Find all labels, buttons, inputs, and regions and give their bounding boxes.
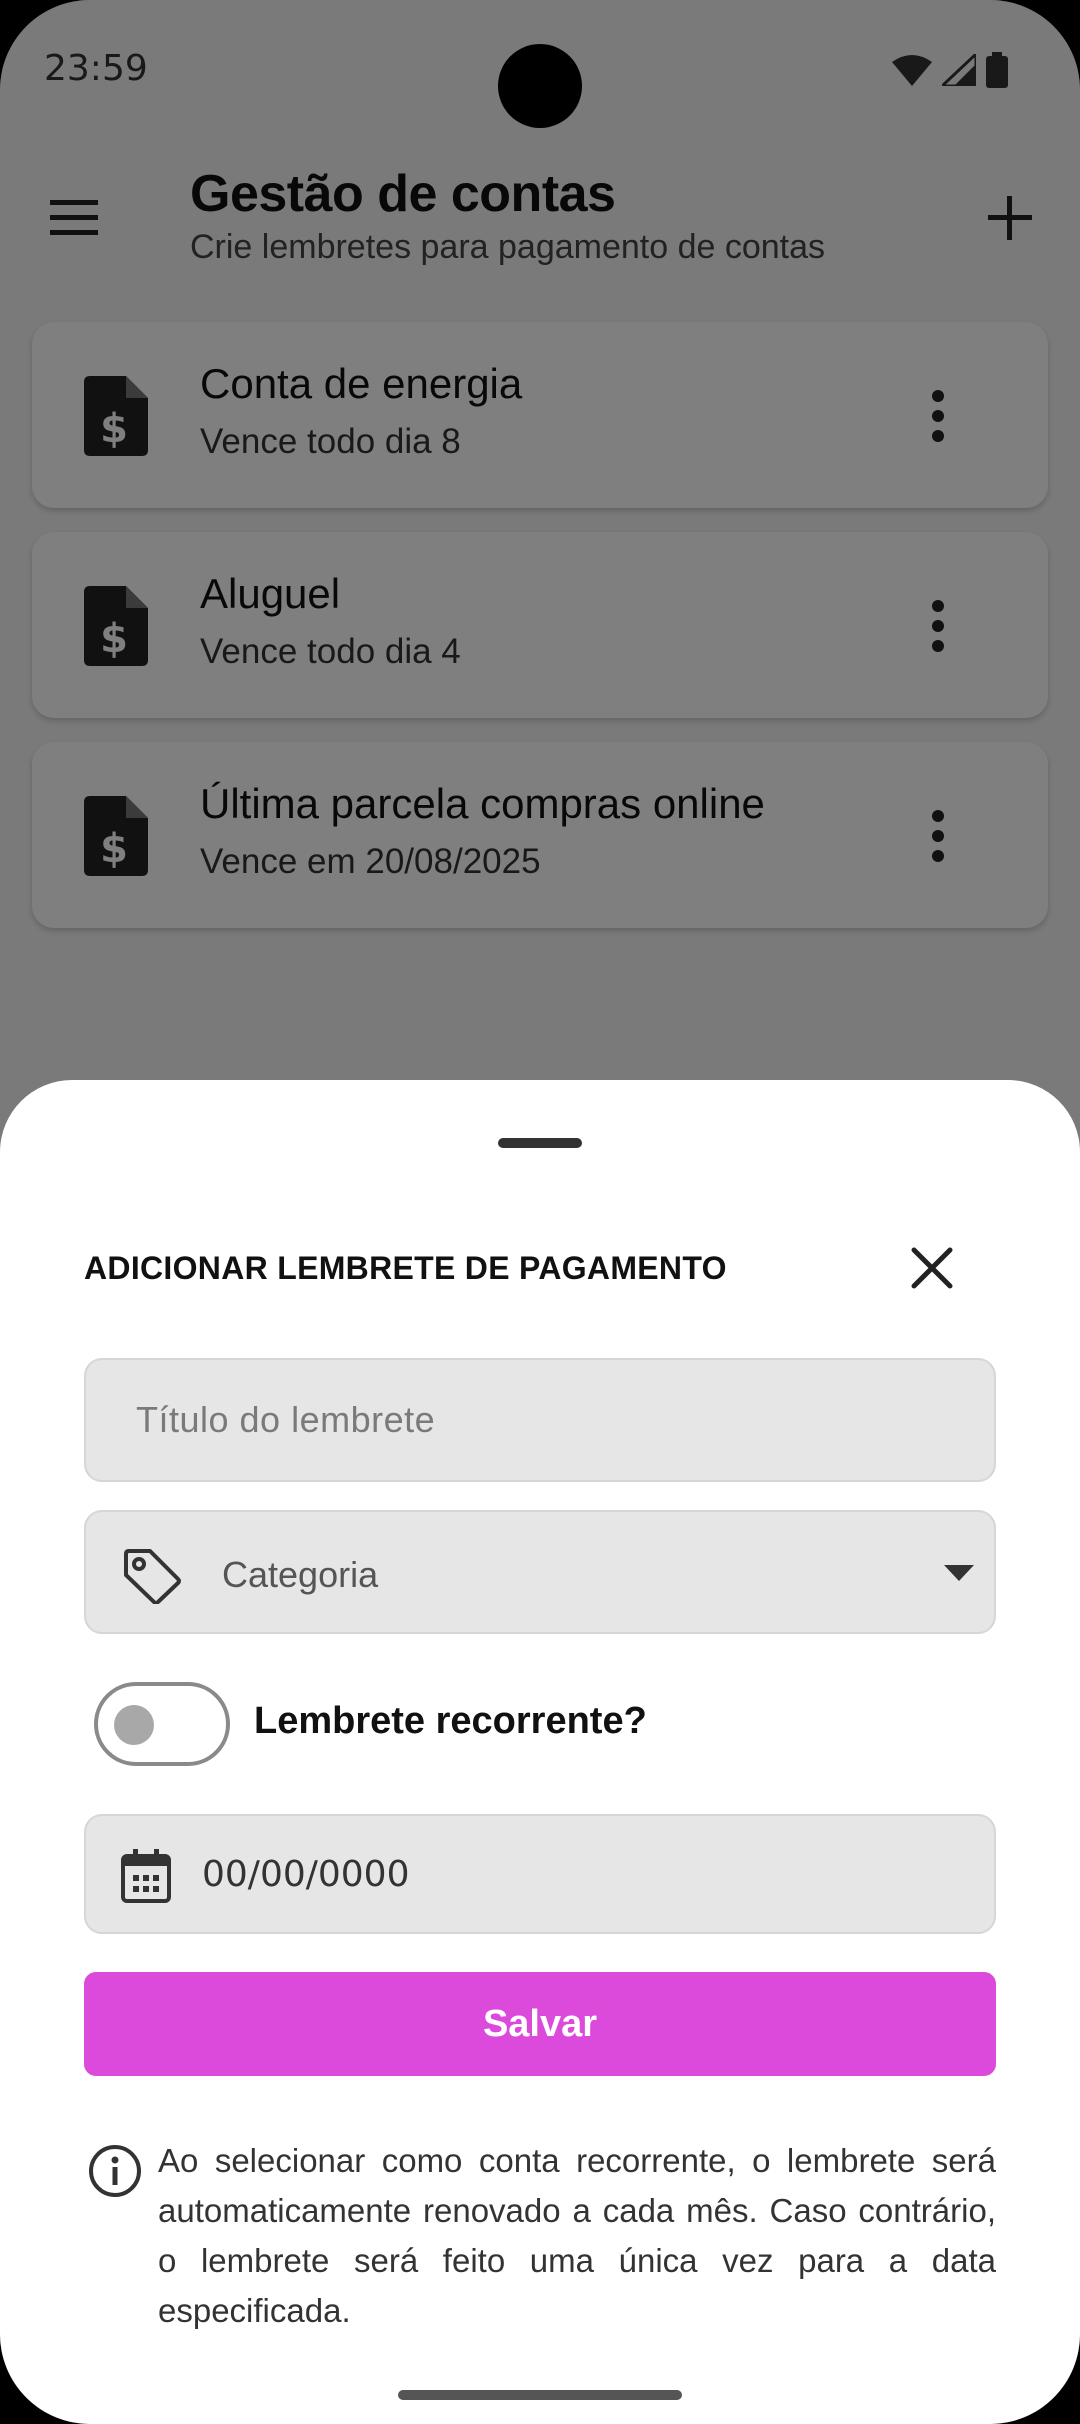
date-value: 00/00/0000 (202, 1854, 410, 1895)
toggle-knob (114, 1705, 154, 1745)
category-select[interactable]: Categoria (84, 1510, 996, 1634)
recurring-label: Lembrete recorrente? (254, 1700, 647, 1742)
recurring-row: Lembrete recorrente? (94, 1682, 994, 1766)
phone-screen: 23:59 Gestão de contas Crie lembretes pa… (0, 0, 1080, 2424)
info-icon (89, 2145, 141, 2197)
category-label: Categoria (222, 1554, 379, 1595)
info-text: Ao selecionar como conta recorrente, o l… (158, 2142, 996, 2329)
calendar-icon (121, 1849, 171, 1903)
tag-icon (124, 1549, 181, 1604)
caret-down-icon (944, 1565, 974, 1581)
home-indicator[interactable] (398, 2390, 682, 2400)
recurring-toggle[interactable] (94, 1682, 230, 1766)
date-field[interactable]: 00/00/0000 (84, 1814, 996, 1934)
sheet-title: ADICIONAR LEMBRETE DE PAGAMENTO (84, 1250, 727, 1286)
drag-handle[interactable] (498, 1138, 582, 1148)
bottom-sheet: ADICIONAR LEMBRETE DE PAGAMENTO Categori… (0, 1080, 1080, 2424)
close-icon[interactable] (906, 1242, 958, 1294)
save-button[interactable]: Salvar (84, 1972, 996, 2076)
title-field (84, 1358, 996, 1482)
title-input[interactable] (136, 1360, 956, 1480)
